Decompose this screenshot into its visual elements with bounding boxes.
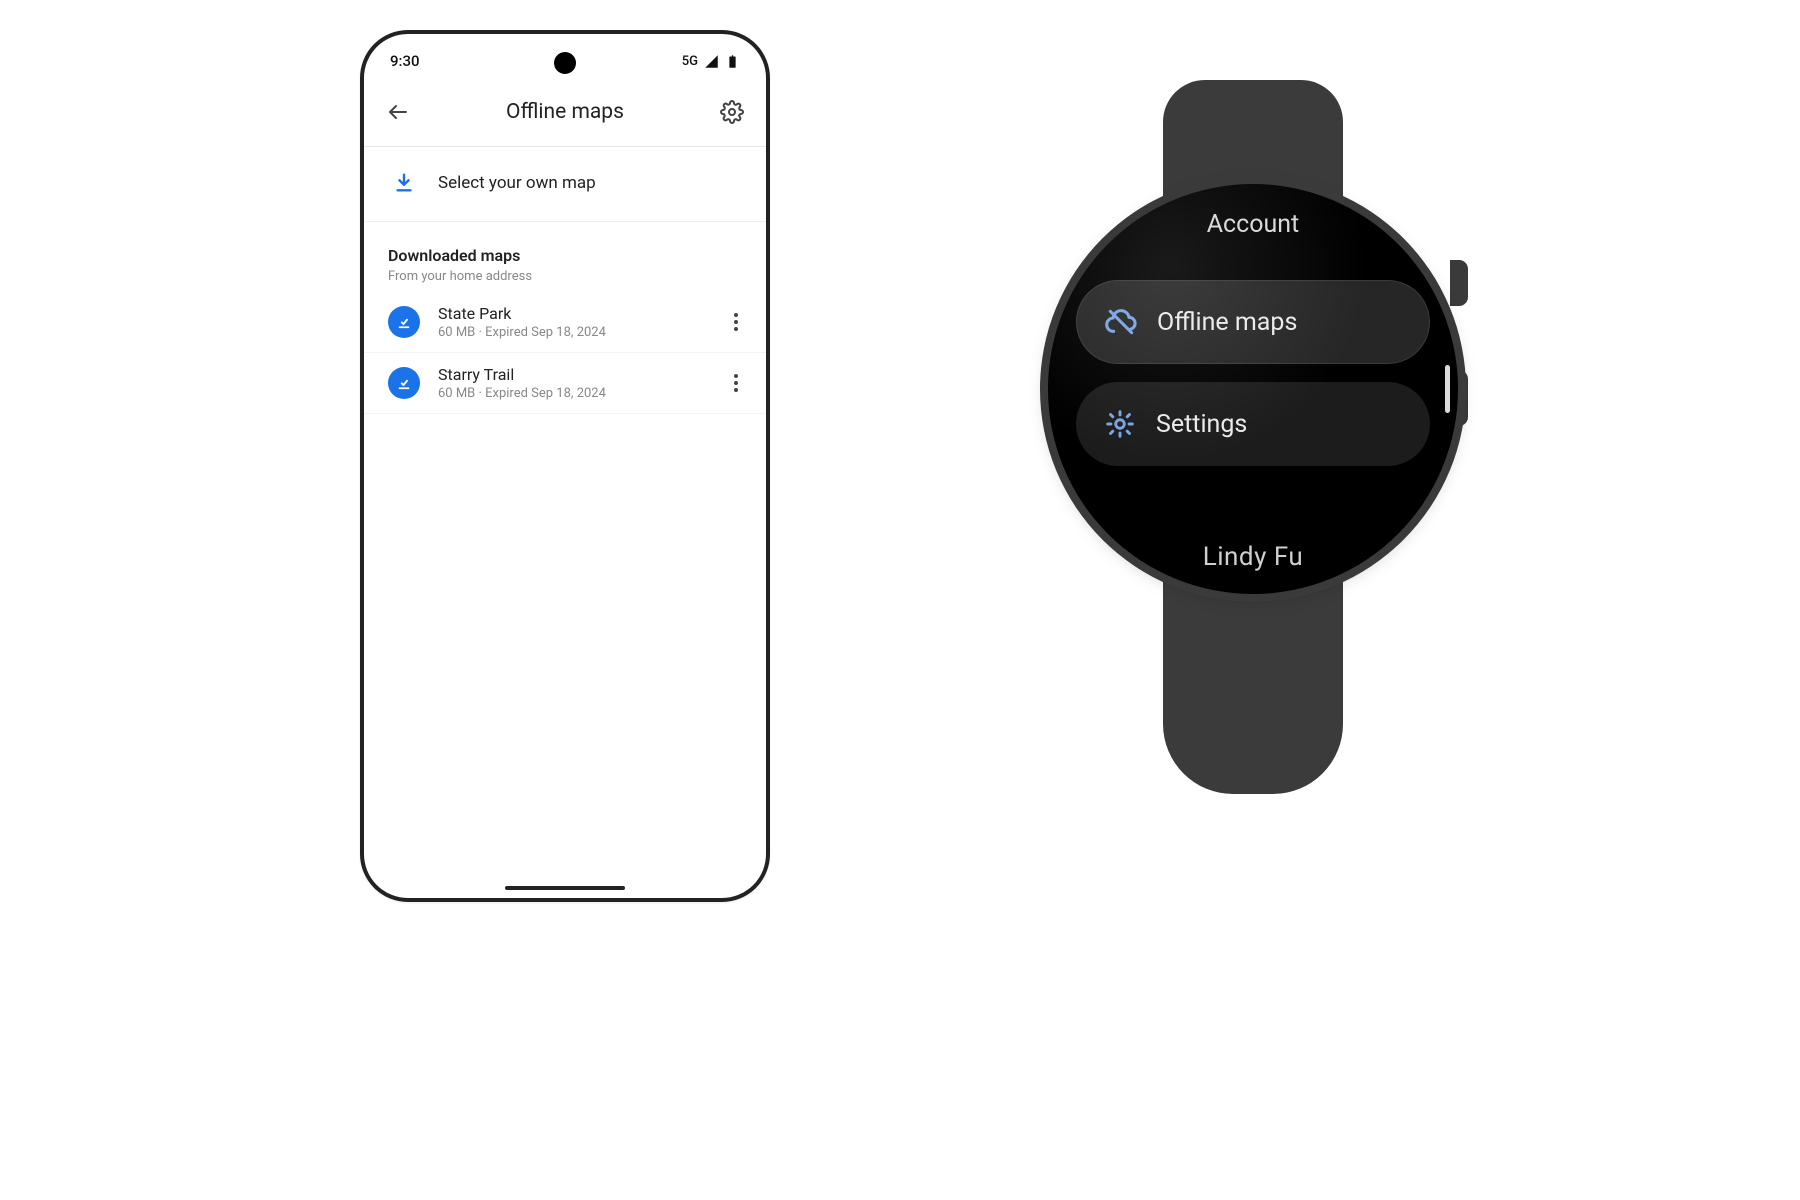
arrow-left-icon: [386, 100, 410, 124]
map-more-button[interactable]: [724, 313, 748, 331]
watch-header: Account: [1048, 210, 1458, 239]
watch-face: Account Offline maps Settings Lindy Fu: [1048, 184, 1458, 594]
map-meta: 60 MB · Expired Sep 18, 2024: [438, 325, 706, 340]
gear-icon: [720, 100, 744, 124]
select-own-map[interactable]: Select your own map: [364, 147, 766, 222]
map-item[interactable]: Starry Trail 60 MB · Expired Sep 18, 202…: [364, 353, 766, 414]
download-icon: [392, 171, 416, 195]
signal-icon: [704, 54, 719, 69]
status-network: 5G: [682, 54, 698, 69]
battery-icon: [725, 54, 740, 69]
status-right: 5G: [682, 54, 740, 69]
downloaded-maps-title: Downloaded maps: [364, 222, 766, 269]
watch-item-settings[interactable]: Settings: [1076, 382, 1430, 466]
phone-camera-cutout: [554, 52, 576, 74]
map-name: Starry Trail: [438, 365, 706, 384]
watch-item-label: Offline maps: [1157, 308, 1297, 337]
watch-button-top[interactable]: [1450, 260, 1468, 306]
watch-item-label: Settings: [1156, 410, 1247, 439]
map-meta: 60 MB · Expired Sep 18, 2024: [438, 386, 706, 401]
map-more-button[interactable]: [724, 374, 748, 392]
watch-account-name[interactable]: Lindy Fu: [1048, 542, 1458, 572]
page-title: Offline maps: [412, 100, 718, 124]
watch-item-offline-maps[interactable]: Offline maps: [1076, 280, 1430, 364]
home-indicator[interactable]: [505, 886, 625, 890]
downloaded-check-icon: [388, 367, 420, 399]
back-button[interactable]: [384, 98, 412, 126]
gear-icon: [1104, 408, 1136, 440]
map-name: State Park: [438, 304, 706, 323]
watch-scroll-indicator[interactable]: [1445, 365, 1450, 413]
cloud-off-icon: [1105, 306, 1137, 338]
watch-frame: Account Offline maps Settings Lindy Fu: [1048, 184, 1458, 594]
phone-frame: 9:30 5G Offline maps Select your own map…: [360, 30, 770, 902]
select-own-map-label: Select your own map: [438, 173, 596, 193]
settings-button[interactable]: [718, 98, 746, 126]
downloaded-check-icon: [388, 306, 420, 338]
downloaded-maps-subtitle: From your home address: [364, 269, 766, 292]
status-time: 9:30: [390, 52, 420, 70]
map-item[interactable]: State Park 60 MB · Expired Sep 18, 2024: [364, 292, 766, 353]
appbar: Offline maps: [364, 80, 766, 147]
